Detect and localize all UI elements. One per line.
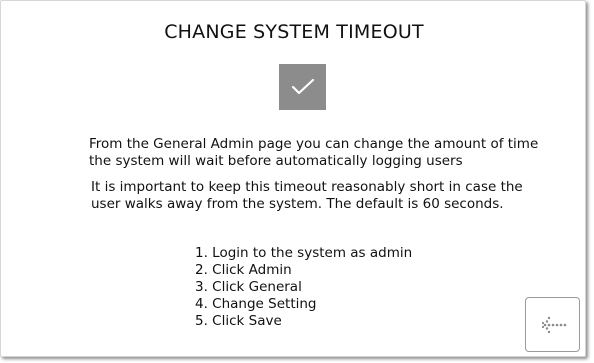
back-button[interactable] bbox=[525, 297, 580, 352]
checkmark-icon[interactable] bbox=[279, 64, 326, 110]
step-item: 3. Click General bbox=[195, 279, 302, 295]
dotted-back-arrow-icon bbox=[541, 316, 567, 334]
step-item: 4. Change Setting bbox=[195, 296, 317, 312]
dialog-title: CHANGE SYSTEM TIMEOUT bbox=[164, 21, 424, 43]
step-item: 1. Login to the system as admin bbox=[195, 245, 413, 261]
steps-list: 1. Login to the system as admin 2. Click… bbox=[195, 245, 412, 330]
step-item: 2. Click Admin bbox=[195, 262, 292, 278]
intro-paragraph: From the General Admin page you can chan… bbox=[89, 136, 539, 169]
note-paragraph: It is important to keep this timeout rea… bbox=[91, 179, 523, 212]
timeout-dialog: CHANGE SYSTEM TIMEOUT From the General A… bbox=[0, 0, 586, 357]
step-item: 5. Click Save bbox=[195, 313, 282, 329]
